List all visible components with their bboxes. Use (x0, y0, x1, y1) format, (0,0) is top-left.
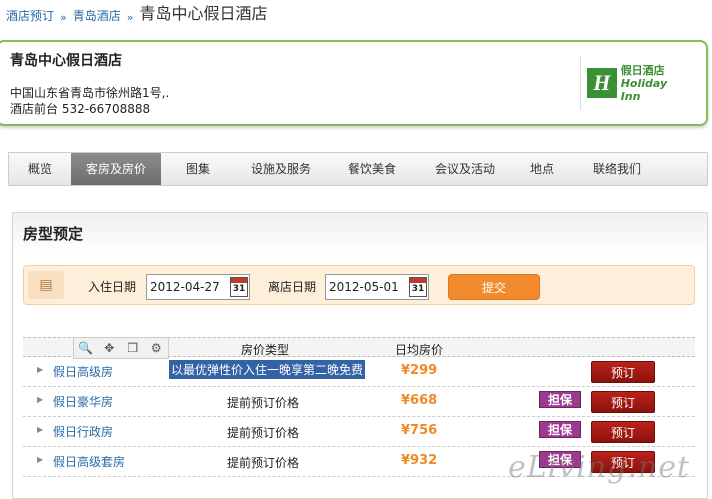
hotel-name: 青岛中心假日酒店 (10, 53, 122, 69)
tab-gallery[interactable]: 图集 (161, 153, 235, 185)
guarantee-badge: 担保 (539, 421, 581, 438)
submit-button[interactable]: 提交 (448, 274, 540, 300)
translate-icon[interactable]: ✥ (101, 340, 117, 356)
checkout-label: 离店日期 (268, 280, 317, 294)
document-icon: ▤ (28, 271, 64, 299)
breadcrumb-separator: » (60, 11, 67, 24)
breadcrumb-separator: » (126, 11, 134, 24)
settings-icon[interactable]: ⚙ (148, 340, 164, 356)
hotel-phone: 酒店前台 532-66708888 (10, 102, 151, 116)
checkout-date-field[interactable]: 2012-05-01 31 (325, 274, 429, 300)
expand-arrow-icon[interactable]: ▶ (37, 455, 43, 464)
expand-arrow-icon[interactable]: ▶ (37, 365, 43, 374)
watermark: eLiving.net (508, 450, 691, 485)
book-button[interactable]: 预订 (591, 361, 655, 383)
room-name-link[interactable]: 假日豪华房 (53, 393, 113, 410)
breadcrumb-qingdao-hotels[interactable]: 青岛酒店 (73, 7, 121, 24)
table-row: ▶ 假日豪华房 提前预订价格 ¥668 担保 预订 (23, 387, 695, 417)
holiday-inn-logo: H 假日酒店 Holiday Inn (580, 56, 690, 110)
room-price: ¥932 (401, 453, 438, 468)
price-type: 提前预订价格 (227, 396, 300, 410)
room-price: ¥756 (401, 423, 438, 438)
room-price: ¥668 (401, 393, 438, 408)
booking-title: 房型预定 (23, 225, 84, 243)
tab-contact[interactable]: 联络我们 (571, 153, 663, 185)
page-title: 青岛中心假日酒店 (139, 4, 268, 23)
tab-rooms-rates[interactable]: 客房及房价 (71, 153, 161, 185)
expand-arrow-icon[interactable]: ▶ (37, 395, 43, 404)
expand-arrow-icon[interactable]: ▶ (37, 425, 43, 434)
tab-facilities[interactable]: 设施及服务 (235, 153, 327, 185)
breadcrumb: 酒店预订 » 青岛酒店 » 青岛中心假日酒店 (6, 4, 268, 24)
logo-text-en: Holiday Inn (620, 76, 668, 103)
copy-icon[interactable]: ❐ (125, 340, 141, 356)
calendar-icon[interactable]: 31 (409, 277, 427, 297)
price-type: 以最优弹性价入住一晚享第二晚免费 (169, 360, 366, 379)
tab-meetings[interactable]: 会议及活动 (417, 153, 513, 185)
checkin-label: 入住日期 (88, 280, 137, 294)
magnifier-icon[interactable]: 🔍 (78, 340, 94, 356)
price-type: 提前预订价格 (227, 426, 300, 440)
breadcrumb-hotel-booking[interactable]: 酒店预订 (6, 7, 54, 24)
price-type: 提前预订价格 (227, 456, 300, 470)
floating-toolbar: 🔍 ✥ ❐ ⚙ (73, 337, 169, 359)
table-row: ▶ 假日行政房 提前预订价格 ¥756 担保 预订 (23, 417, 695, 447)
hotel-info-card: 青岛中心假日酒店 中国山东省青岛市徐州路1号,. 酒店前台 532-667088… (0, 40, 708, 126)
room-price: ¥299 (401, 363, 438, 378)
logo-text-cn: 假日酒店 (620, 63, 665, 77)
date-search-bar: ▤ 入住日期 2012-04-27 31 离店日期 2012-05-01 31 … (23, 265, 695, 305)
holiday-inn-mark-icon: H (587, 68, 617, 98)
tab-location[interactable]: 地点 (513, 153, 571, 185)
tab-dining[interactable]: 餐饮美食 (327, 153, 417, 185)
book-button[interactable]: 预订 (591, 421, 655, 443)
main-nav: 概览 客房及房价 图集 设施及服务 餐饮美食 会议及活动 地点 联络我们 (8, 152, 708, 186)
room-name-link[interactable]: 假日行政房 (53, 423, 113, 440)
room-name-link[interactable]: 假日高级房 (53, 363, 113, 380)
header-avg-price: 日均房价 (395, 343, 444, 357)
header-price-type: 房价类型 (241, 343, 290, 357)
guarantee-badge: 担保 (539, 391, 581, 408)
calendar-icon[interactable]: 31 (230, 277, 248, 297)
room-name-link[interactable]: 假日高级套房 (53, 453, 125, 470)
book-button[interactable]: 预订 (591, 391, 655, 413)
tab-overview[interactable]: 概览 (9, 153, 71, 185)
hotel-address: 中国山东省青岛市徐州路1号,. (10, 86, 170, 100)
checkin-date-field[interactable]: 2012-04-27 31 (146, 274, 250, 300)
table-row: ▶ 假日高级房 以最优弹性价入住一晚享第二晚免费 ¥299 预订 (23, 357, 695, 387)
